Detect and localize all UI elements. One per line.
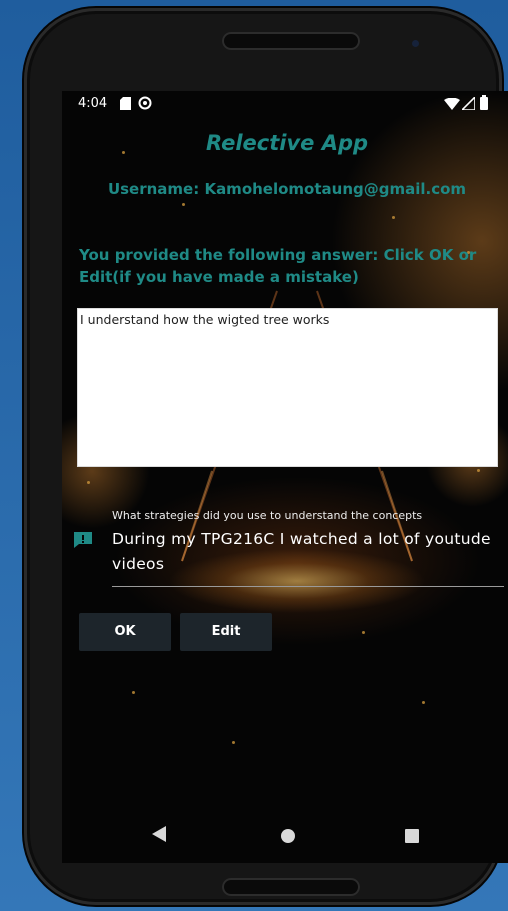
- sparkle: [182, 203, 185, 206]
- edit-button[interactable]: Edit: [180, 613, 272, 651]
- answer-display: I understand how the wigted tree works: [77, 308, 498, 467]
- sparkle: [87, 481, 90, 484]
- back-icon[interactable]: [152, 826, 166, 842]
- navigation-bar: [62, 813, 508, 863]
- confirmation-prompt: You provided the following answer: Click…: [79, 246, 477, 286]
- ok-button[interactable]: OK: [79, 613, 171, 651]
- status-time: 4:04: [78, 96, 108, 111]
- username-label: Username: Kamohelomotaung@gmail.com: [107, 180, 467, 198]
- top-speaker: [222, 32, 360, 50]
- battery-icon: [480, 95, 488, 110]
- status-bar: 4:04: [62, 91, 508, 119]
- sparkle: [392, 216, 395, 219]
- background-light-beams: [181, 290, 413, 562]
- strategy-input-underline: [112, 586, 504, 587]
- recents-icon[interactable]: [405, 829, 419, 843]
- sparkle: [362, 631, 365, 634]
- sparkle: [232, 741, 235, 744]
- app-screen: 4:04 Relective App Username: Kamohelomot…: [62, 91, 508, 863]
- answer-text: I understand how the wigted tree works: [80, 312, 330, 327]
- sparkle: [422, 701, 425, 704]
- sd-card-icon: [120, 97, 131, 110]
- strategy-field-label: What strategies did you use to understan…: [112, 509, 423, 522]
- feedback-icon: [74, 532, 92, 548]
- front-camera: [412, 40, 419, 47]
- cell-signal-icon: [462, 97, 475, 110]
- home-icon[interactable]: [281, 829, 295, 843]
- app-title: Relective App: [205, 131, 369, 155]
- sparkle: [477, 469, 480, 472]
- sparkle: [132, 691, 135, 694]
- strategy-input[interactable]: During my TPG216C I watched a lot of you…: [112, 527, 502, 577]
- sync-icon: [138, 96, 152, 110]
- bottom-speaker: [222, 878, 360, 896]
- phone-frame: 4:04 Relective App Username: Kamohelomot…: [24, 8, 508, 905]
- wifi-icon: [444, 98, 460, 110]
